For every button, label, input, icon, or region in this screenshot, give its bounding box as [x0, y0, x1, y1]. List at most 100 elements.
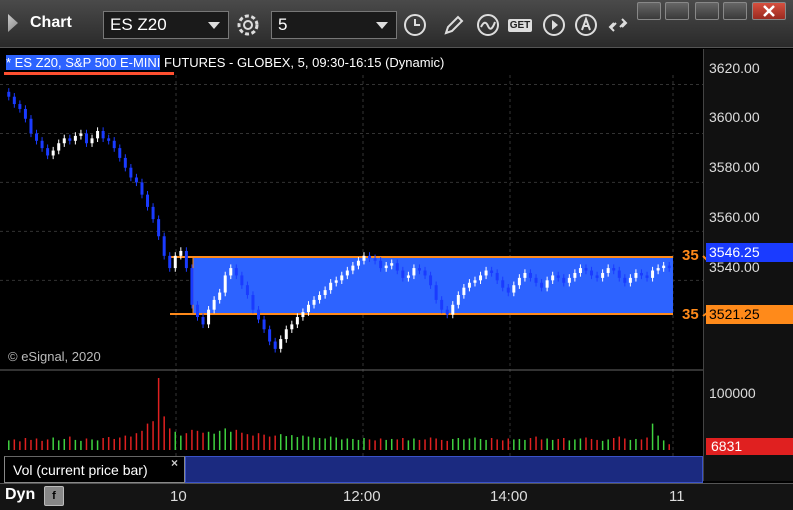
candle [151, 203, 155, 223]
volume-bar [413, 438, 415, 450]
volume-bar [585, 437, 587, 450]
volume-bar [96, 440, 99, 450]
volume-bar [612, 438, 615, 450]
volume-bar [85, 438, 88, 450]
volume-bar [263, 434, 265, 450]
volume-bar [507, 438, 510, 450]
copyright-text: © eSignal, 2020 [8, 349, 101, 364]
indicator-strip[interactable] [185, 456, 703, 483]
volume-bar [474, 437, 476, 450]
candle [118, 144, 122, 162]
volume-bar [8, 440, 10, 450]
zone-high-tag: 3546.25 [706, 243, 793, 262]
volume-bar [146, 423, 149, 450]
volume-bar [35, 438, 38, 450]
volume-bar [302, 435, 304, 450]
candle [46, 144, 50, 160]
volume-bar [224, 428, 226, 450]
indicator-label[interactable]: Vol (current price bar) [4, 456, 185, 483]
candle [290, 320, 294, 333]
volume-bar [479, 438, 482, 450]
volume-bar [518, 438, 521, 450]
volume-bar [307, 436, 310, 450]
volume-bar [668, 444, 670, 450]
candle [284, 325, 288, 343]
dyn-label: Dyn [5, 486, 36, 503]
volume-bar [163, 416, 165, 450]
volume-bar [69, 436, 71, 450]
volume-bar [19, 441, 21, 450]
candle [68, 134, 72, 145]
candle [262, 315, 266, 333]
volume-bar [646, 437, 648, 450]
candle [84, 129, 88, 147]
time-tick: 10 [170, 488, 187, 505]
volume-bar [168, 428, 171, 450]
close-icon[interactable]: × [171, 456, 178, 470]
volume-bar [579, 438, 582, 450]
chart-title-symbol: * ES Z20, S&P 500 E-MINI [6, 55, 161, 70]
time-tick: 12:00 [343, 488, 381, 505]
volume-bar [657, 435, 659, 450]
volume-bar [230, 431, 232, 450]
candle [123, 154, 127, 172]
chart-plot[interactable] [0, 0, 793, 510]
volume-bar [91, 439, 93, 450]
volume-bar [268, 436, 271, 450]
volume-bar [590, 438, 593, 450]
volume-bar [218, 430, 221, 450]
volume-bar [635, 438, 637, 450]
volume-bar [174, 431, 177, 450]
price-tick: 3620.00 [709, 60, 760, 76]
formula-button[interactable]: f [44, 486, 64, 506]
candle [79, 129, 83, 140]
candle [129, 164, 133, 182]
time-tick: 11 [669, 488, 685, 505]
volume-bar [390, 438, 393, 450]
zone-high-cut-label: 35 [682, 247, 699, 264]
volume-bar [452, 438, 454, 450]
candle [273, 337, 277, 353]
volume-bar [119, 437, 121, 450]
volume-bar [435, 438, 437, 450]
candle [201, 313, 205, 329]
volume-axis-label: 100000 [709, 385, 756, 401]
volume-bar [374, 440, 376, 450]
chart-window: { "app": { "title": "Chart" }, "toolbar"… [0, 0, 793, 510]
volume-bar [135, 433, 138, 450]
candle [101, 127, 105, 143]
candle [140, 178, 144, 199]
candle [73, 132, 77, 145]
volume-bar [274, 435, 276, 450]
volume-bar [124, 435, 127, 450]
chart-title[interactable]: * ES Z20, S&P 500 E-MINI FUTURES - GLOBE… [6, 55, 444, 70]
volume-bar [379, 438, 382, 450]
volume-bar [346, 438, 349, 450]
volume-bar [207, 431, 210, 450]
candle [7, 88, 11, 101]
volume-bar [468, 438, 471, 450]
volume-bar [624, 438, 626, 450]
volume-bar [313, 437, 315, 450]
volume-bar [574, 439, 576, 450]
volume-bar [329, 436, 332, 450]
volume-bar [546, 438, 548, 450]
candle [12, 93, 16, 108]
volume-bar [529, 438, 532, 450]
volume-bar [24, 438, 27, 450]
volume-bar [191, 429, 193, 450]
volume-bar [30, 439, 32, 450]
zone-low-cut-label: 35 [682, 306, 699, 323]
candle [134, 173, 138, 187]
volume-bar [335, 437, 337, 450]
volume-bar [596, 439, 598, 450]
volume-bar [291, 435, 293, 450]
candle [146, 190, 150, 211]
zone-low-tag: 3521.25 [706, 305, 793, 324]
candle [295, 313, 299, 329]
volume-bar [202, 432, 204, 450]
candle [168, 252, 172, 272]
price-zone [193, 257, 673, 314]
candle [57, 139, 61, 155]
volume-bar [257, 433, 260, 450]
